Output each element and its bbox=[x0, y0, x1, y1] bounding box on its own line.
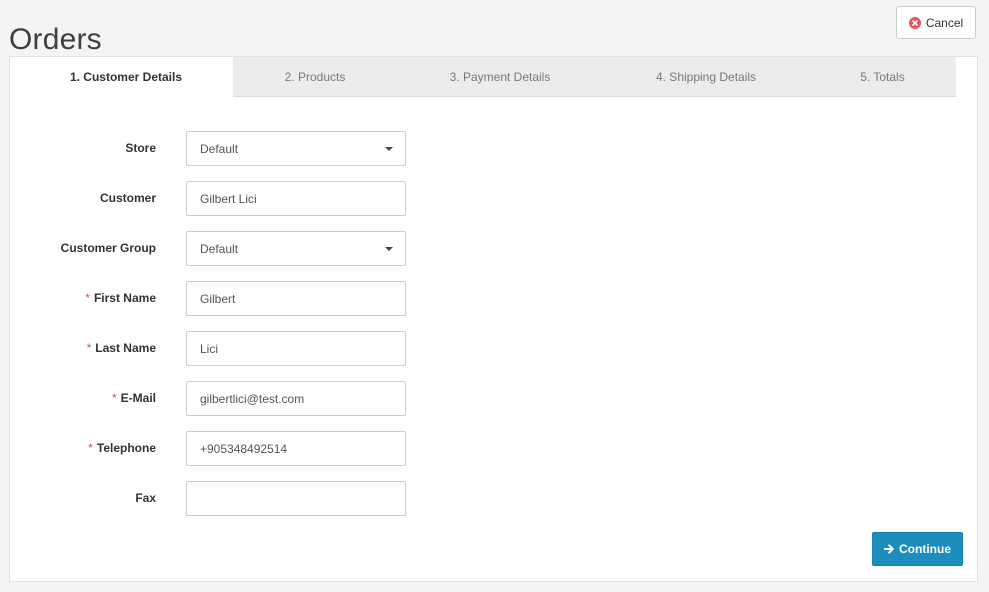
required-marker: * bbox=[85, 291, 90, 305]
store-label: Store bbox=[125, 141, 156, 155]
customer-group-select[interactable]: Default bbox=[186, 231, 406, 266]
last-name-input[interactable]: Lici bbox=[186, 331, 406, 366]
email-input[interactable]: gilbertlici@test.com bbox=[186, 381, 406, 416]
caret-down-icon bbox=[385, 147, 393, 151]
tab-totals[interactable]: 5. Totals bbox=[809, 57, 956, 96]
last-name-label-text: Last Name bbox=[95, 341, 156, 355]
continue-button[interactable]: Continue bbox=[872, 532, 963, 566]
tab-shipping-details[interactable]: 4. Shipping Details bbox=[603, 57, 809, 96]
caret-down-icon bbox=[385, 247, 393, 251]
fax-label: Fax bbox=[135, 491, 156, 505]
form-row-customer-group: Customer Group Default bbox=[10, 231, 430, 266]
order-steps-tabs: 1. Customer Details 2. Products 3. Payme… bbox=[19, 57, 956, 97]
customer-group-select-value: Default bbox=[200, 241, 239, 256]
telephone-input[interactable]: +905348492514 bbox=[186, 431, 406, 466]
customer-input[interactable]: Gilbert Lici bbox=[186, 181, 406, 216]
telephone-label-text: Telephone bbox=[96, 441, 156, 455]
first-name-label: * First Name bbox=[85, 281, 156, 315]
store-select[interactable]: Default bbox=[186, 131, 406, 166]
email-label: * E-Mail bbox=[112, 381, 156, 415]
cancel-circle-icon bbox=[908, 16, 921, 29]
first-name-input[interactable]: Gilbert bbox=[186, 281, 406, 316]
customer-group-label: Customer Group bbox=[60, 241, 156, 255]
required-marker: * bbox=[111, 391, 117, 405]
last-name-label: * Last Name bbox=[87, 331, 156, 365]
form-row-first-name: * First Name Gilbert bbox=[10, 281, 430, 316]
form-row-last-name: * Last Name Lici bbox=[10, 331, 430, 366]
form-row-fax: Fax bbox=[10, 481, 430, 516]
fax-input[interactable] bbox=[186, 481, 406, 516]
order-form-panel: 1. Customer Details 2. Products 3. Payme… bbox=[9, 56, 978, 582]
cancel-button-label: Cancel bbox=[925, 15, 964, 30]
tab-products[interactable]: 2. Products bbox=[233, 57, 397, 96]
form-row-customer: Customer Gilbert Lici bbox=[10, 181, 430, 216]
required-marker: * bbox=[88, 441, 93, 455]
arrow-right-icon bbox=[884, 544, 895, 554]
form-row-email: * E-Mail gilbertlici@test.com bbox=[10, 381, 430, 416]
tab-payment-details[interactable]: 3. Payment Details bbox=[397, 57, 603, 96]
telephone-label: * Telephone bbox=[88, 431, 156, 465]
email-label-text: E-Mail bbox=[120, 391, 156, 405]
required-marker: * bbox=[86, 341, 92, 355]
first-name-label-text: First Name bbox=[93, 291, 156, 305]
tab-customer-details[interactable]: 1. Customer Details bbox=[19, 57, 233, 97]
cancel-button[interactable]: Cancel bbox=[896, 6, 976, 39]
customer-label: Customer bbox=[99, 191, 156, 205]
continue-button-label: Continue bbox=[899, 542, 951, 556]
form-row-store: Store Default bbox=[10, 131, 430, 166]
form-row-telephone: * Telephone +905348492514 bbox=[10, 431, 430, 466]
store-select-value: Default bbox=[200, 141, 239, 156]
page-title: Orders bbox=[9, 23, 102, 57]
